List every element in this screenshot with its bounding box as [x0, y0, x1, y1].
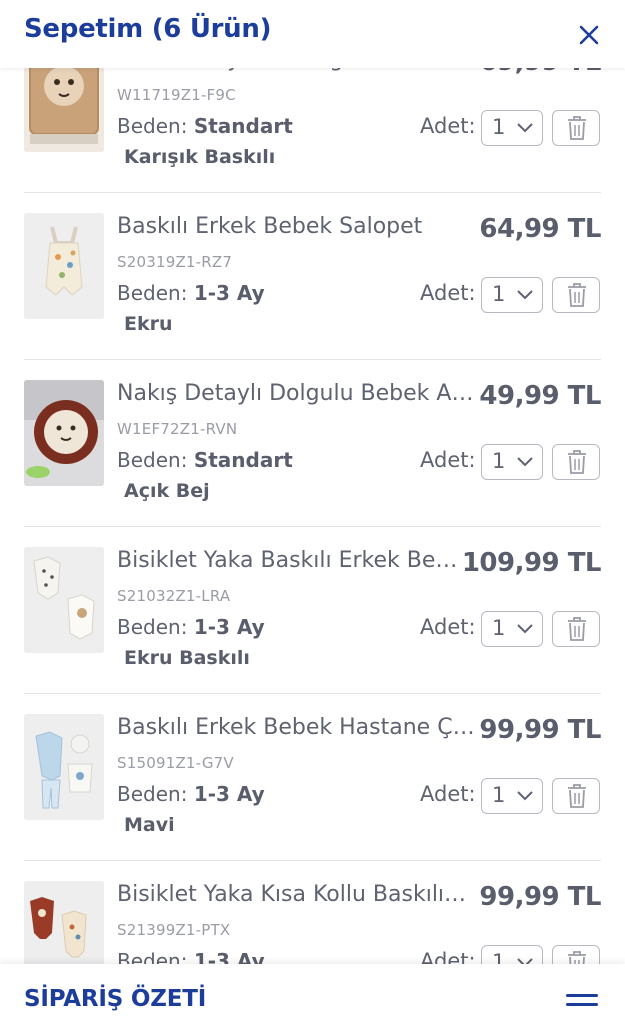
cart-header: Sepetim (6 Ürün) [0, 0, 625, 68]
product-name[interactable]: Bisiklet Yaka Kısa Kollu Baskılı… [117, 882, 477, 907]
quantity-value: 1 [492, 282, 506, 306]
size-label: Beden: [117, 615, 188, 639]
product-price: 64,99 TL [479, 214, 601, 244]
remove-item-button[interactable] [552, 110, 600, 146]
product-price: 109,99 TL [461, 548, 602, 578]
product-size: Beden: 1-3 Ay [117, 615, 265, 639]
quantity-label: Adet: [420, 782, 476, 806]
quantity-select[interactable]: 1 [481, 444, 543, 480]
chevron-down-icon [517, 290, 533, 300]
menu-line-icon [566, 994, 598, 997]
product-thumbnail[interactable] [24, 213, 104, 319]
quantity-value: 1 [492, 783, 506, 807]
product-variant: Ekru Baskılı [124, 647, 250, 669]
product-sku: S21032Z1-LRA [117, 587, 231, 605]
product-variant: Karışık Baskılı [124, 146, 276, 168]
product-name[interactable]: Baskılı Erkek Bebek Hastane Ç… [117, 715, 477, 740]
quantity-value: 1 [492, 115, 506, 139]
order-summary-bar[interactable]: SİPARİŞ ÖZETİ [0, 964, 625, 1024]
product-name[interactable]: Nakış Detaylı Dolgulu Bebek A… [117, 381, 477, 406]
size-label: Beden: [117, 281, 188, 305]
size-value: 1-3 Ay [193, 782, 265, 806]
trash-icon [568, 116, 586, 140]
cart-item: Bisiklet Yaka Baskılı Erkek Be… 109,99 T… [0, 527, 625, 694]
product-variant: Ekru [124, 313, 173, 335]
close-button[interactable] [570, 16, 608, 54]
remove-item-button[interactable] [552, 611, 600, 647]
product-size: Beden: 1-3 Ay [117, 782, 265, 806]
quantity-value: 1 [492, 616, 506, 640]
product-variant: Açık Bej [124, 480, 210, 502]
size-value: 1-3 Ay [193, 615, 265, 639]
quantity-label: Adet: [420, 114, 476, 138]
product-name[interactable]: Bisiklet Yaka Baskılı Erkek Be… [117, 548, 477, 573]
cart-item: Nakış Detaylı Dolgulu Bebek A… 49,99 TL … [0, 360, 625, 527]
order-summary-title: SİPARİŞ ÖZETİ [24, 986, 207, 1012]
product-sku: S21399Z1-PTX [117, 921, 231, 939]
trash-icon [568, 450, 586, 474]
cart-page: Baskılı Polyester Organizer Se… 69,99 TL… [0, 0, 625, 1024]
size-value: 1-3 Ay [193, 281, 265, 305]
product-sku: S15091Z1-G7V [117, 754, 234, 772]
chevron-down-icon [517, 123, 533, 133]
quantity-value: 1 [492, 449, 506, 473]
close-icon [579, 25, 599, 45]
cart-item: Baskılı Erkek Bebek Hastane Ç… 99,99 TL … [0, 694, 625, 861]
trash-icon [568, 283, 586, 307]
product-price: 99,99 TL [479, 715, 601, 745]
page-title: Sepetim (6 Ürün) [24, 14, 272, 44]
chevron-down-icon [517, 624, 533, 634]
quantity-select[interactable]: 1 [481, 110, 543, 146]
remove-item-button[interactable] [552, 277, 600, 313]
lion-pillow-image [24, 380, 104, 486]
product-size: Beden: Standart [117, 448, 293, 472]
cart-item-list: Baskılı Polyester Organizer Se… 69,99 TL… [0, 26, 625, 1024]
remove-item-button[interactable] [552, 444, 600, 480]
product-price: 49,99 TL [479, 381, 601, 411]
quantity-label: Adet: [420, 281, 476, 305]
hospital-set-image [24, 714, 104, 820]
product-thumbnail[interactable] [24, 380, 104, 486]
size-value: Standart [193, 114, 293, 138]
product-variant: Mavi [124, 814, 175, 836]
quantity-select[interactable]: 1 [481, 277, 543, 313]
product-sku: W1EF72Z1-RVN [117, 420, 238, 438]
size-label: Beden: [117, 782, 188, 806]
bodysuit-set-image [24, 547, 104, 653]
summary-toggle-button[interactable] [560, 994, 604, 1014]
quantity-select[interactable]: 1 [481, 778, 543, 814]
trash-icon [568, 617, 586, 641]
size-label: Beden: [117, 448, 188, 472]
quantity-select[interactable]: 1 [481, 611, 543, 647]
product-name[interactable]: Baskılı Erkek Bebek Salopet [117, 214, 477, 239]
size-value: Standart [193, 448, 293, 472]
product-sku: S20319Z1-RZ7 [117, 253, 233, 271]
product-size: Beden: 1-3 Ay [117, 281, 265, 305]
product-thumbnail[interactable] [24, 714, 104, 820]
product-size: Beden: Standart [117, 114, 293, 138]
chevron-down-icon [517, 457, 533, 467]
product-price: 99,99 TL [479, 882, 601, 912]
trash-icon [568, 784, 586, 808]
chevron-down-icon [517, 791, 533, 801]
quantity-label: Adet: [420, 448, 476, 472]
product-thumbnail[interactable] [24, 547, 104, 653]
product-sku: W11719Z1-F9C [117, 86, 236, 104]
salopet-image [24, 213, 104, 319]
quantity-label: Adet: [420, 615, 476, 639]
size-label: Beden: [117, 114, 188, 138]
cart-item: Baskılı Erkek Bebek Salopet 64,99 TL S20… [0, 193, 625, 360]
menu-line-icon [566, 1003, 598, 1006]
remove-item-button[interactable] [552, 778, 600, 814]
